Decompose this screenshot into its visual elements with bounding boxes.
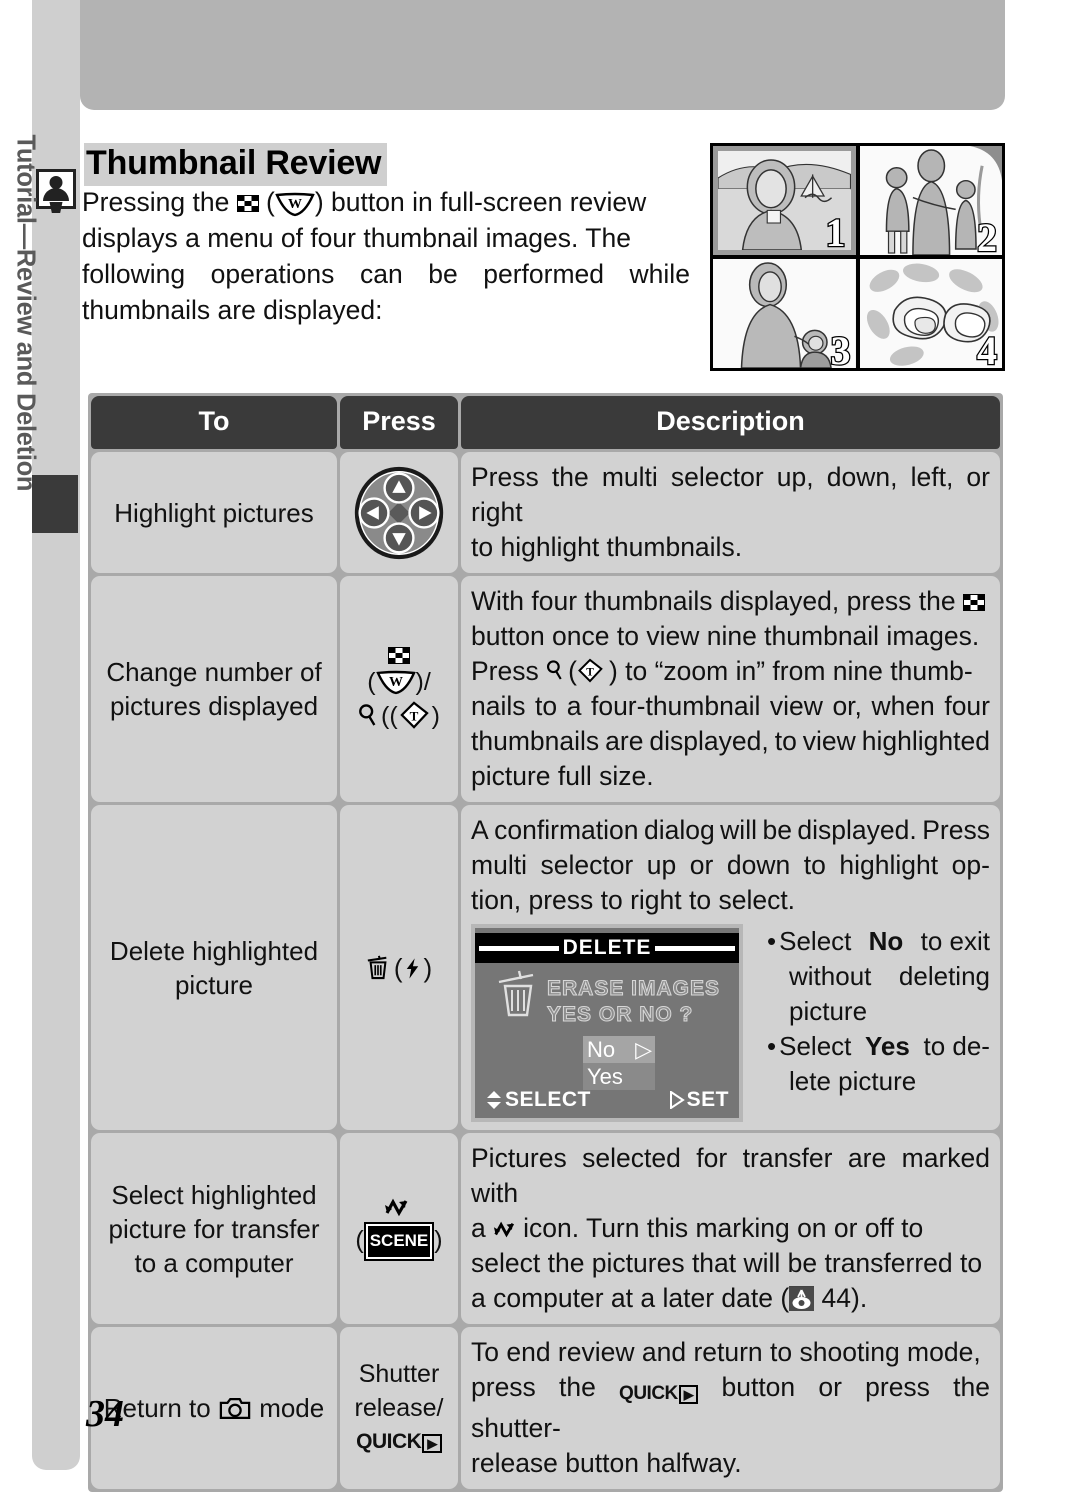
thumbnail-number: 3 xyxy=(829,327,852,368)
lcd-footer: SELECT SET xyxy=(475,1085,739,1115)
thumbnail-number: 2 xyxy=(976,214,999,255)
description-cell-delete: Aconfirmation dialog will be displayed. Press… xyxy=(461,805,1000,1130)
press-cell-scene-button: (SCENE) xyxy=(340,1133,458,1324)
lcd-title-bar: DELETE xyxy=(475,933,739,963)
row-label-return-mode: Return to mode xyxy=(91,1327,337,1489)
lcd-footer-set: SET xyxy=(669,1088,729,1112)
page-header-band xyxy=(80,0,1005,110)
column-header-press: Press xyxy=(340,396,458,449)
lcd-options: No ▷ Yes xyxy=(583,1036,655,1090)
lcd-option-no[interactable]: No ▷ xyxy=(583,1036,655,1063)
page-title: Thumbnail Review xyxy=(84,143,388,186)
scene-button-icon: SCENE xyxy=(363,1222,435,1261)
intro-line-1: Pressing the (W) button in full-screen r… xyxy=(82,187,647,217)
multi-selector-pad-icon xyxy=(351,465,447,561)
intro-line-3: following operations can be performed wh… xyxy=(82,259,690,289)
press-cell-delete-button: () xyxy=(340,805,458,1130)
intro-line-2: displays a menu of four thumbnail images… xyxy=(82,223,631,253)
operations-table: To Press Description Highlight pictures xyxy=(88,393,1003,1492)
zoom-tele-t-icon: T xyxy=(577,658,609,688)
row-label-select-transfer: Select highlighted picture for transfer … xyxy=(91,1133,337,1324)
description-cell-highlight: Press the multi selector up, down, left,… xyxy=(461,452,1000,573)
press-cell-zoom-buttons: (W)/ ((T) xyxy=(340,576,458,802)
column-header-to: To xyxy=(91,396,337,449)
chapter-tab-label: Tutorial—Review and Deletion xyxy=(11,134,40,492)
thumbnail-number: 1 xyxy=(824,209,847,255)
zoom-wide-w-icon: W xyxy=(375,669,416,695)
lcd-trash-icon xyxy=(497,970,539,1018)
magnifier-icon xyxy=(358,703,380,729)
description-cell-return-mode: To end review and return to shooting mod… xyxy=(461,1327,1000,1489)
zoom-tele-t-icon: T xyxy=(399,700,431,731)
review-delete-icon xyxy=(36,169,76,213)
right-arrow-icon: ▷ xyxy=(635,1036,652,1062)
trash-icon xyxy=(366,954,392,982)
thumbnail-number: 4 xyxy=(976,327,999,368)
thumbnail-grid-figure: 1 2 3 4 xyxy=(710,143,1005,371)
intro-line-1-post: ) button in full-screen review xyxy=(314,187,647,217)
flash-button-icon xyxy=(405,955,422,980)
delete-option-bullets: • Select No to exit without deleting pict… xyxy=(767,926,990,1096)
table-row: Change number of pictures displayed (W)/… xyxy=(91,576,1000,802)
press-cell-multi-selector xyxy=(340,452,458,573)
cross-reference-eye-icon xyxy=(789,1286,815,1311)
row-label-change-number: Change number of pictures displayed xyxy=(91,576,337,802)
thumbnail-cell-2: 2 xyxy=(859,146,1002,255)
lcd-message: ERASE IMAGES YES OR NO ? xyxy=(546,977,721,1027)
zoom-wide-w-icon: W xyxy=(275,191,315,217)
description-cell-change-number: With four thumbnails displayed, press th… xyxy=(461,576,1000,802)
row-label-delete-picture: Delete highlighted picture xyxy=(91,805,337,1130)
intro-paragraph: Pressing the (W) button in full-screen r… xyxy=(82,184,690,328)
press-cell-shutter-quick: Shutter release/ QUICK ▶ xyxy=(340,1327,458,1489)
right-arrow-icon xyxy=(669,1091,685,1109)
table-row: Return to mode Shutter release/ QUICK ▶ T… xyxy=(91,1327,1000,1489)
thumbnail-cell-3: 3 xyxy=(713,259,856,368)
svg-text:W: W xyxy=(389,675,403,690)
svg-text:T: T xyxy=(409,708,418,723)
quick-review-button-icon: QUICK ▶ xyxy=(356,1426,442,1458)
up-down-arrows-icon xyxy=(487,1091,501,1109)
row-label-highlight-pictures: Highlight pictures xyxy=(91,452,337,573)
table-header-row: To Press Description xyxy=(91,396,1000,449)
page-number: 34 xyxy=(86,1393,124,1435)
table-row: Select highlighted picture for transfer … xyxy=(91,1133,1000,1324)
thumbnail-button-icon xyxy=(387,646,410,664)
thumbnail-cell-4: 4 xyxy=(859,259,1002,368)
thumbnail-cell-1: 1 xyxy=(713,146,856,255)
intro-line-4: thumbnails are displayed: xyxy=(82,295,383,325)
table-row: Delete highlighted picture () Aconfirmat… xyxy=(91,805,1000,1130)
table-row: Highlight pictures Press the multi selec… xyxy=(91,452,1000,573)
svg-text:W: W xyxy=(288,197,302,212)
intro-line-1-pre: Pressing the xyxy=(82,187,230,217)
delete-confirmation-dialog-screenshot: DELETE ERASE IMAGES YES OR NO ? No ▷ Yes… xyxy=(471,924,743,1122)
transfer-mark-icon xyxy=(384,1196,414,1220)
description-cell-transfer: Pictures selected for transfer are marke… xyxy=(461,1133,1000,1324)
camera-icon xyxy=(218,1395,252,1421)
quick-review-button-icon: QUICK ▶ xyxy=(619,1376,699,1411)
column-header-description: Description xyxy=(461,396,1000,449)
thumbnail-button-icon xyxy=(236,195,259,212)
lcd-footer-select: SELECT xyxy=(485,1088,591,1112)
transfer-mark-icon xyxy=(493,1215,523,1239)
svg-text:T: T xyxy=(586,666,594,678)
thumbnail-button-icon xyxy=(962,594,985,611)
magnifier-icon xyxy=(546,659,568,685)
